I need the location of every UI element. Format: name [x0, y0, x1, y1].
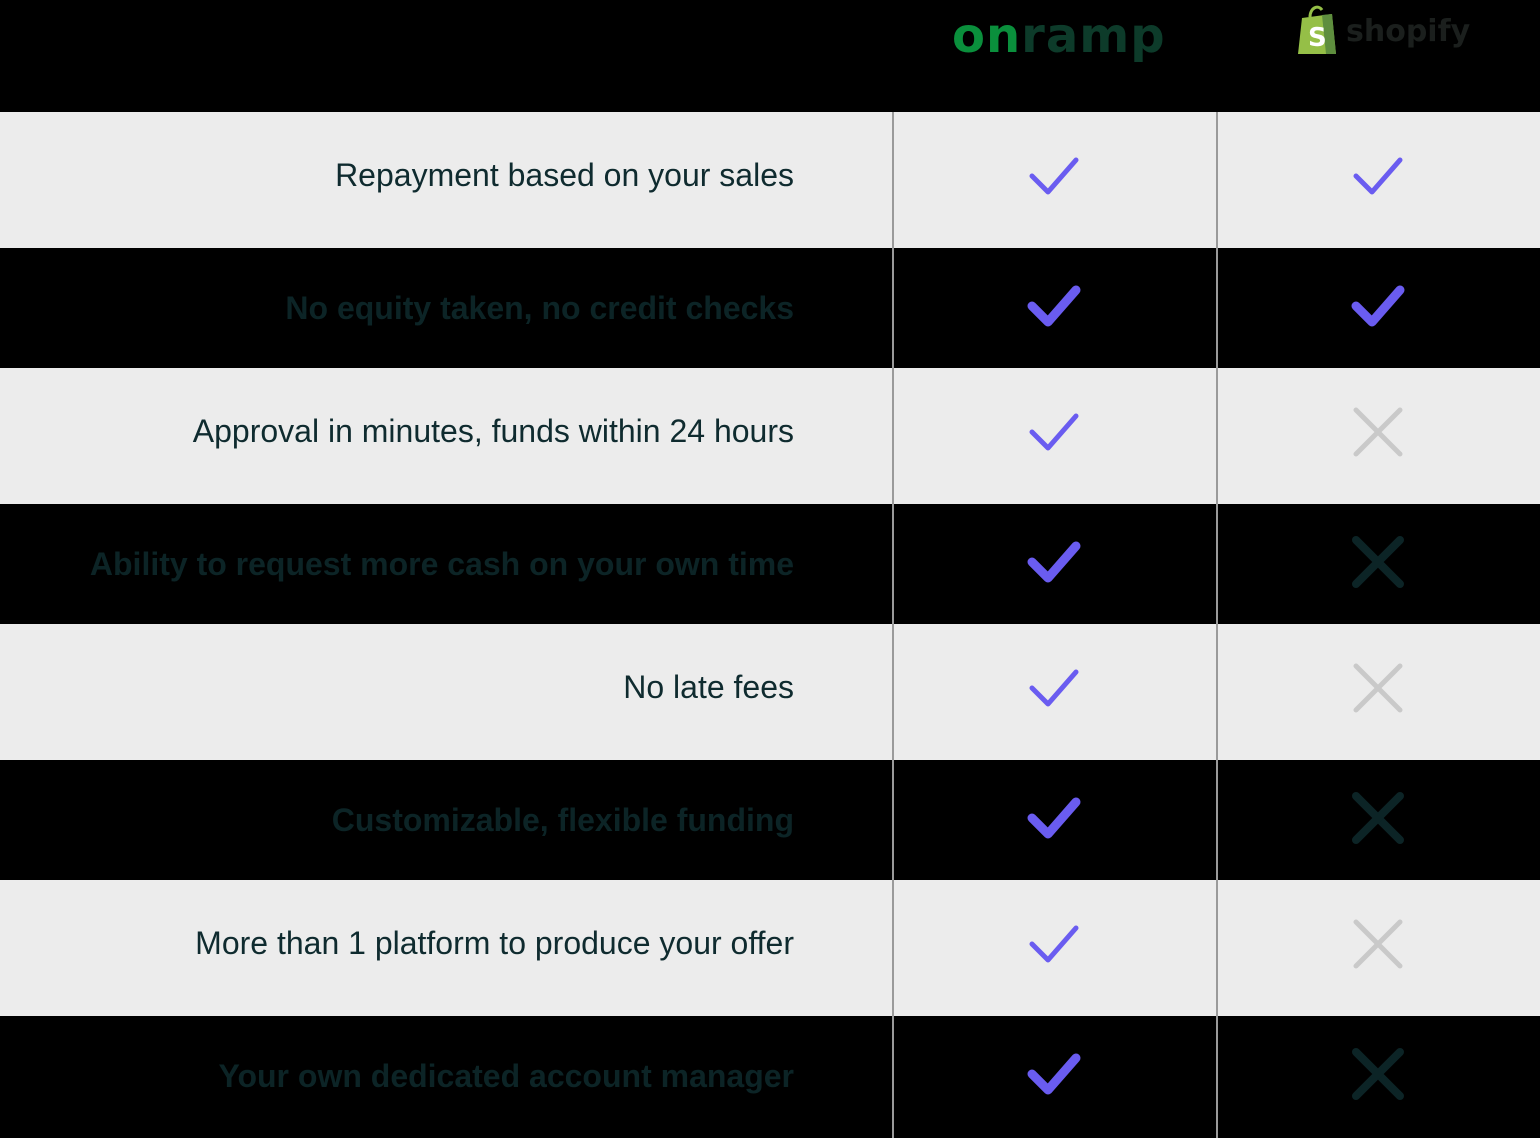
column-divider-onramp: [892, 112, 894, 1138]
onramp-cell: [1024, 658, 1084, 718]
feature-label: Your own dedicated account manager: [218, 1057, 794, 1094]
table-row: Customizable, flexible funding: [0, 760, 1540, 880]
onramp-cell: [1024, 276, 1084, 336]
onramp-cell: [1024, 914, 1084, 974]
check-icon: [1029, 413, 1079, 451]
shopify-cell: [1348, 788, 1408, 848]
check-icon: [1027, 1053, 1081, 1095]
cross-icon: [1353, 919, 1403, 969]
cross-icon: [1352, 1048, 1404, 1100]
table-row: No late fees: [0, 624, 1540, 760]
onramp-cell: [1024, 402, 1084, 462]
shopping-bag-icon: S: [1298, 5, 1336, 54]
feature-label: Ability to request more cash on your own…: [89, 545, 794, 582]
feature-label: Approval in minutes, funds within 24 hou…: [192, 412, 794, 449]
onramp-logo-ramp: ramp: [1021, 8, 1166, 64]
table-row: No equity taken, no credit checks: [0, 248, 1540, 368]
cross-icon: [1353, 407, 1403, 457]
onramp-cell: [1024, 532, 1084, 592]
check-icon: [1029, 925, 1079, 963]
table-row: Your own dedicated account manager: [0, 1016, 1540, 1136]
onramp-logo-on: on: [952, 8, 1022, 64]
check-icon: [1353, 157, 1403, 195]
shopify-cell: [1348, 1044, 1408, 1104]
shopify-cell: [1348, 146, 1408, 206]
shopify-cell: [1348, 914, 1408, 974]
shopify-cell: [1348, 532, 1408, 592]
shopify-bag-letter: S: [1308, 23, 1327, 53]
onramp-cell: [1024, 788, 1084, 848]
table-row: Repayment based on your sales: [0, 112, 1540, 248]
feature-label: Repayment based on your sales: [335, 156, 794, 193]
onramp-logo: onramp: [952, 6, 1165, 66]
check-icon: [1029, 669, 1079, 707]
table-row: Approval in minutes, funds within 24 hou…: [0, 368, 1540, 504]
shopify-cell: [1348, 402, 1408, 462]
onramp-cell: [1024, 146, 1084, 206]
check-icon: [1351, 285, 1405, 327]
table-row: Ability to request more cash on your own…: [0, 504, 1540, 624]
comparison-header: onramp S shopify: [0, 0, 1540, 112]
cross-icon: [1353, 663, 1403, 713]
feature-label: No late fees: [623, 668, 794, 705]
check-icon: [1027, 285, 1081, 327]
check-icon: [1027, 797, 1081, 839]
shopify-wordmark: shopify: [1346, 14, 1471, 49]
column-divider-shopify: [1216, 112, 1218, 1138]
shopify-cell: [1348, 658, 1408, 718]
table-row: More than 1 platform to produce your off…: [0, 880, 1540, 1016]
feature-label: Customizable, flexible funding: [331, 801, 794, 838]
shopify-cell: [1348, 276, 1408, 336]
shopify-logo: S shopify: [1294, 4, 1474, 60]
cross-icon: [1352, 536, 1404, 588]
feature-label: No equity taken, no credit checks: [285, 289, 794, 326]
check-icon: [1027, 541, 1081, 583]
check-icon: [1029, 157, 1079, 195]
feature-label: More than 1 platform to produce your off…: [195, 924, 794, 961]
cross-icon: [1352, 792, 1404, 844]
onramp-cell: [1024, 1044, 1084, 1104]
